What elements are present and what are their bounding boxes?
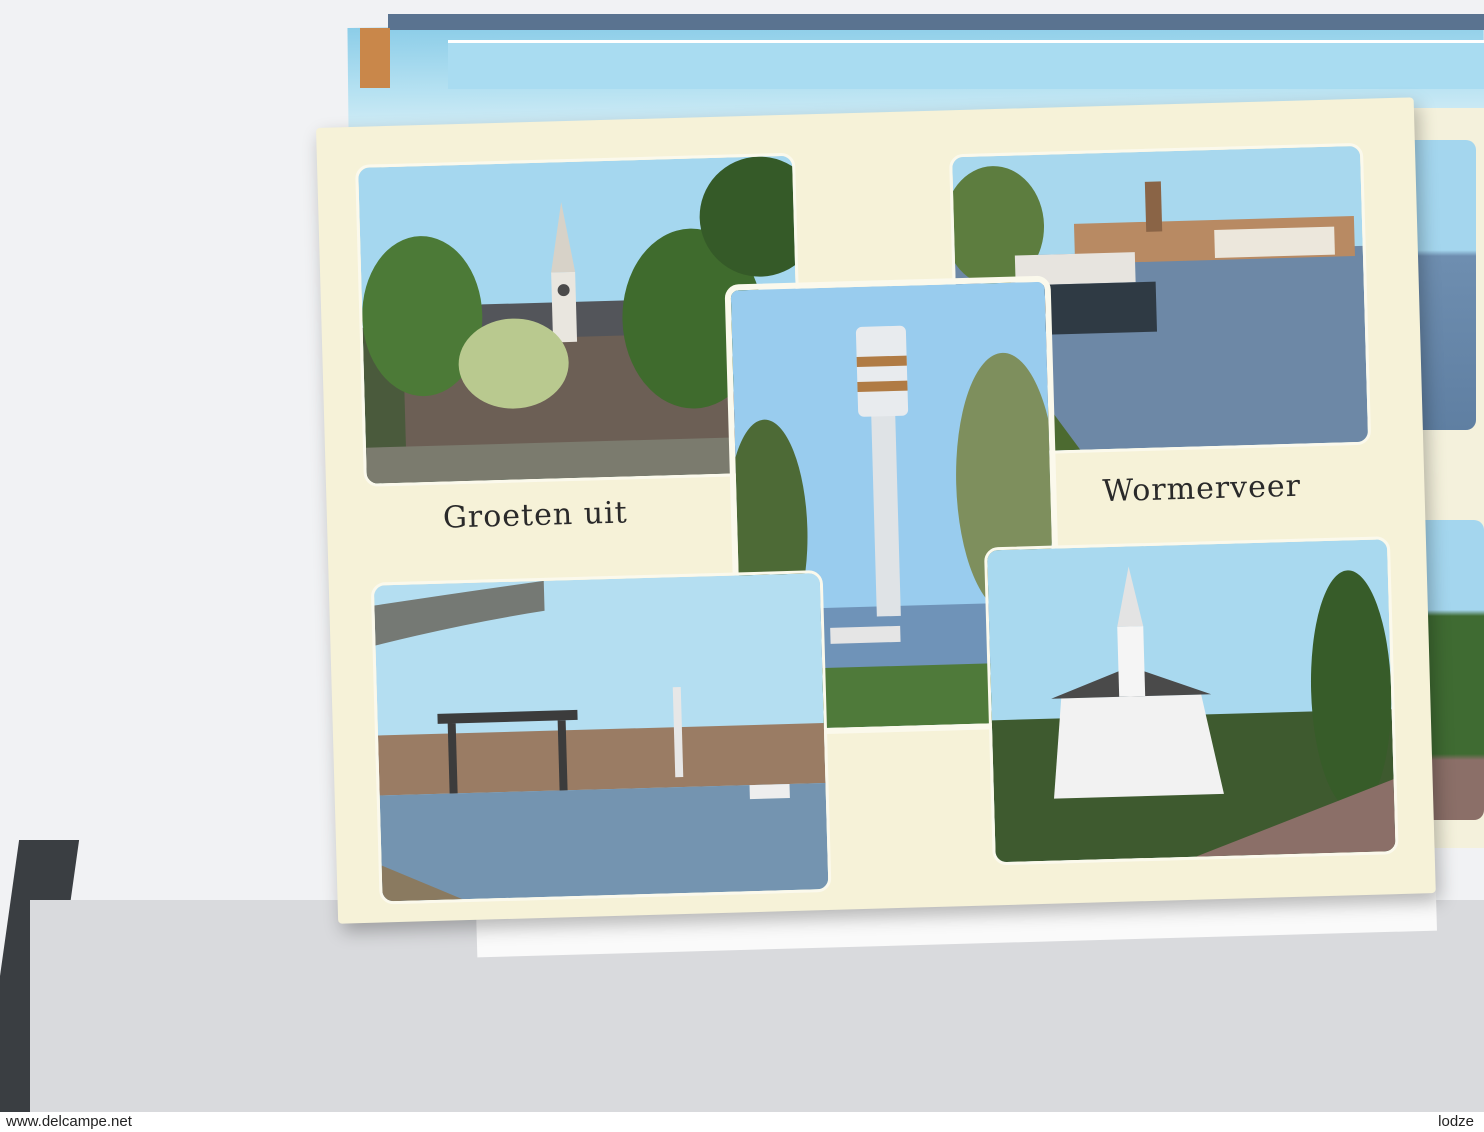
postcard: Groeten uit Wormerveer	[316, 97, 1436, 924]
photo-white-church	[983, 536, 1399, 866]
stacked-postcard-3	[448, 40, 1484, 89]
greeting-left: Groeten uit	[442, 495, 629, 536]
photo-drawbridge	[370, 570, 832, 905]
watermark-left: www.delcampe.net	[6, 1113, 132, 1130]
watermark-bar: www.delcampe.net lodze	[0, 1112, 1484, 1132]
watermark-right: lodze	[1438, 1113, 1474, 1130]
greeting-right: Wormerveer	[1101, 468, 1302, 510]
stacked-postcard-2	[388, 14, 1484, 30]
stacked-postcard-4	[360, 28, 390, 88]
